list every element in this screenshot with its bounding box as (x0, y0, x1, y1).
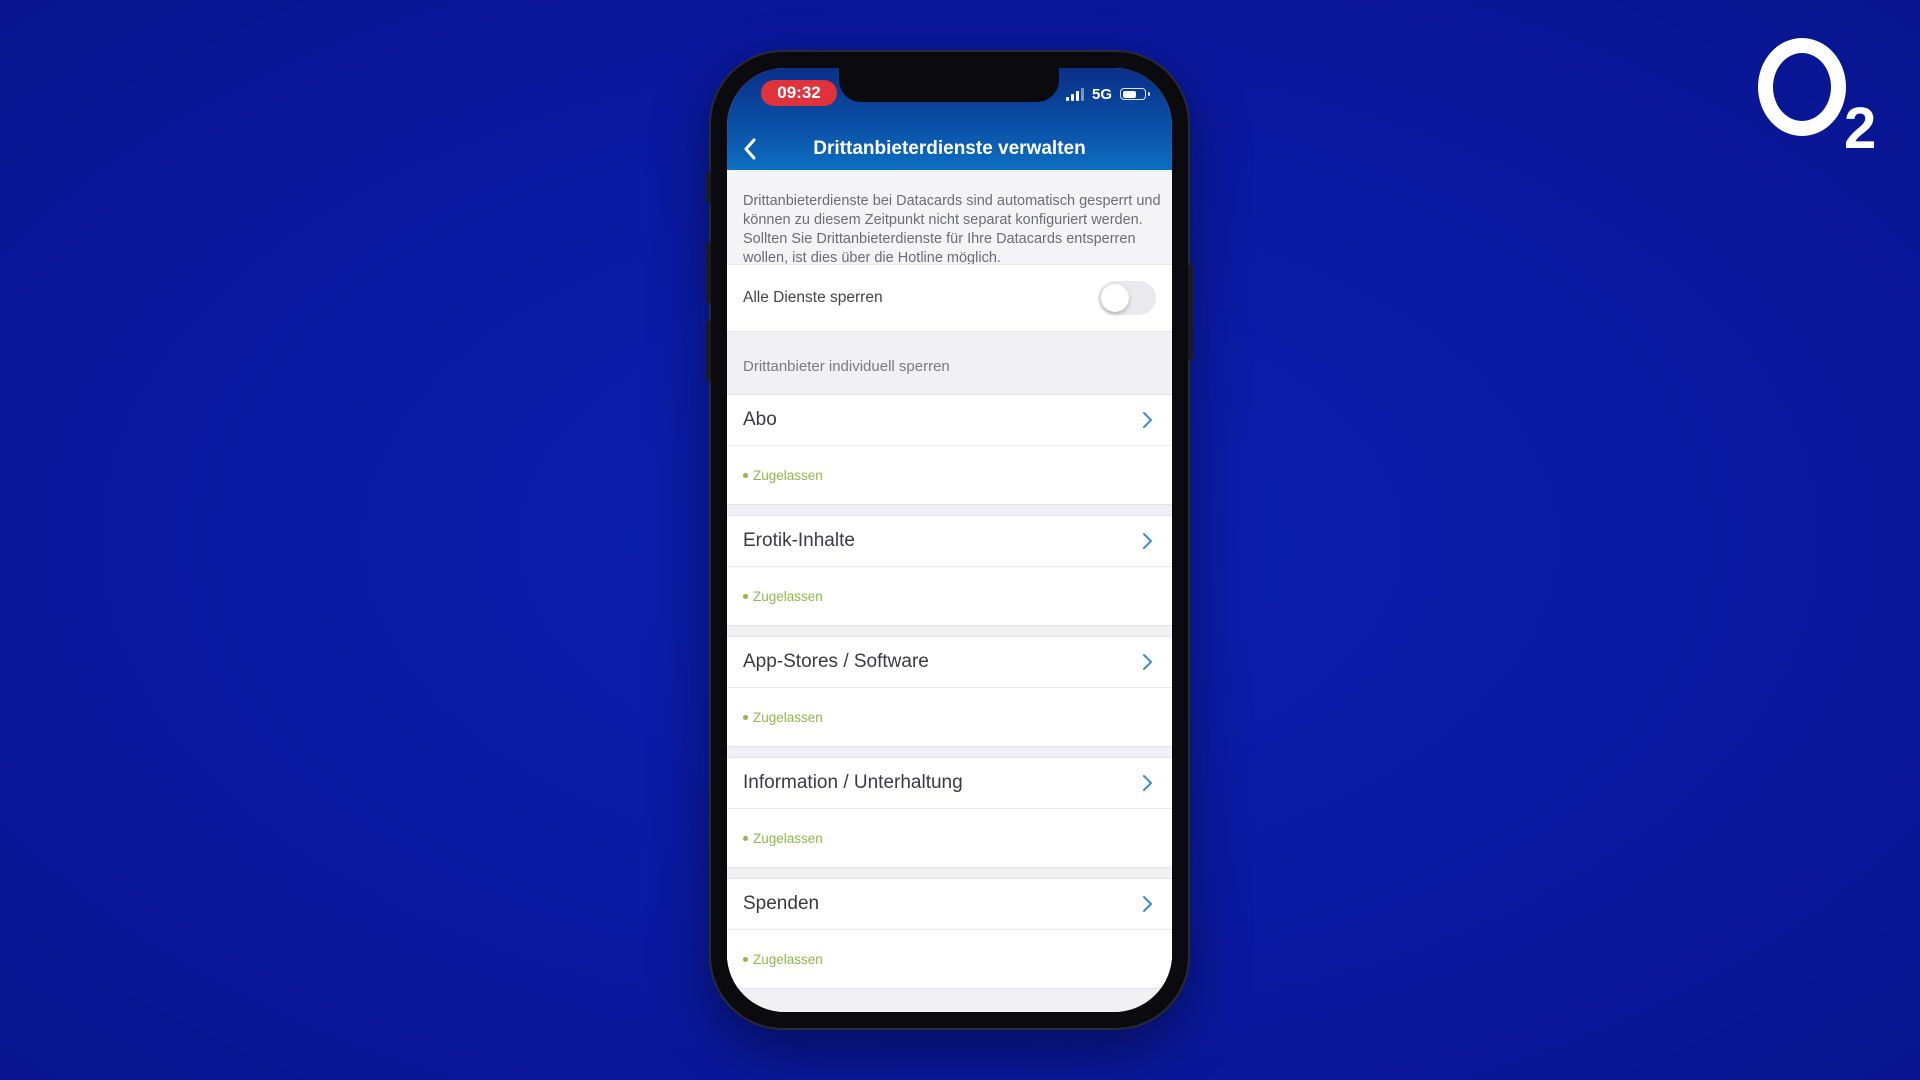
chevron-right-icon (1143, 775, 1152, 791)
status-dot-icon (743, 835, 748, 841)
stage-background: 2 09:32 5G Drittanbieterdienste verwalte… (0, 0, 1920, 1080)
o2-logo: 2 (1752, 28, 1882, 158)
phone-frame: 09:32 5G Drittanbieterdienste verwalten … (706, 52, 1193, 1028)
service-card-erotik: Erotik-Inhalte Zugelassen (727, 515, 1172, 626)
service-row-information[interactable]: Information / Unterhaltung (727, 758, 1172, 809)
status-time: 09:32 (761, 80, 837, 106)
service-status: Zugelassen (727, 446, 1172, 504)
service-name: Information / Unterhaltung (743, 772, 963, 793)
phone-volume-up (706, 242, 711, 304)
service-card-app-stores: App-Stores / Software Zugelassen (727, 636, 1172, 747)
phone-power-button (1188, 264, 1193, 360)
service-name: Abo (743, 409, 777, 430)
block-all-label: Alle Dienste sperren (743, 289, 883, 306)
status-dot-icon (743, 593, 748, 599)
block-all-toggle[interactable] (1098, 281, 1156, 315)
service-card-information: Information / Unterhaltung Zugelassen (727, 757, 1172, 868)
service-card-spenden: Spenden Zugelassen (727, 878, 1172, 989)
chevron-right-icon (1143, 896, 1152, 912)
service-status-label: Zugelassen (753, 951, 823, 967)
phone-notch (839, 68, 1059, 102)
service-status-label: Zugelassen (753, 467, 823, 483)
o2-logo-o-ring (1758, 38, 1846, 136)
service-status: Zugelassen (727, 688, 1172, 746)
status-dot-icon (743, 956, 748, 962)
service-row-erotik[interactable]: Erotik-Inhalte (727, 516, 1172, 567)
service-status: Zugelassen (727, 930, 1172, 988)
service-name: App-Stores / Software (743, 651, 929, 672)
content-area[interactable]: Drittanbieterdienste bei Datacards sind … (727, 170, 1172, 1012)
signal-icon (1065, 87, 1084, 101)
status-dot-icon (743, 472, 748, 478)
chevron-right-icon (1143, 654, 1152, 670)
network-label: 5G (1091, 85, 1112, 103)
service-status-label: Zugelassen (753, 709, 823, 725)
service-list: Abo Zugelassen Erotik-Inhalte Zugelassen… (727, 394, 1172, 989)
service-status-label: Zugelassen (753, 588, 823, 604)
chevron-right-icon (1143, 412, 1152, 428)
service-row-spenden[interactable]: Spenden (727, 879, 1172, 930)
phone-screen: 09:32 5G Drittanbieterdienste verwalten … (727, 68, 1172, 1012)
phone-volume-down (706, 320, 711, 382)
battery-icon (1120, 88, 1150, 100)
service-name: Erotik-Inhalte (743, 530, 855, 551)
toggle-knob (1101, 284, 1129, 312)
status-indicators: 5G (1065, 84, 1150, 104)
page-title: Drittanbieterdienste verwalten (813, 138, 1086, 159)
service-status: Zugelassen (727, 809, 1172, 867)
info-text: Drittanbieterdienste bei Datacards sind … (727, 170, 1172, 264)
section-header: Drittanbieter individuell sperren (727, 332, 1172, 394)
chevron-right-icon (1143, 533, 1152, 549)
phone-silent-switch (706, 172, 711, 204)
o2-logo-subscript: 2 (1844, 96, 1877, 161)
service-card-abo: Abo Zugelassen (727, 394, 1172, 505)
service-name: Spenden (743, 893, 820, 914)
block-all-row: Alle Dienste sperren (727, 264, 1172, 332)
service-row-app-stores[interactable]: App-Stores / Software (727, 637, 1172, 688)
service-status-label: Zugelassen (753, 830, 823, 846)
status-dot-icon (743, 714, 748, 720)
service-status: Zugelassen (727, 567, 1172, 625)
service-row-abo[interactable]: Abo (727, 395, 1172, 446)
